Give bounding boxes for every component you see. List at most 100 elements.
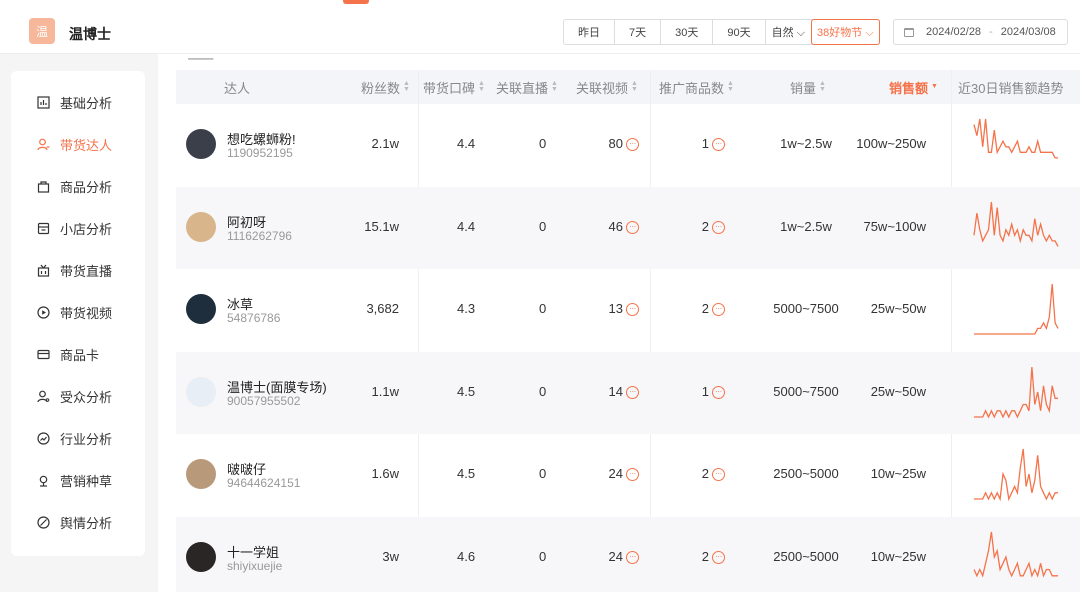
range-30d-button[interactable]: 30天 — [661, 20, 714, 44]
brand-logo: 温 — [29, 18, 55, 44]
sales-trend-sparkline[interactable] — [969, 114, 1059, 174]
more-icon[interactable]: ··· — [626, 138, 639, 152]
store-icon — [37, 222, 50, 235]
more-icon[interactable]: ··· — [626, 550, 639, 564]
video-count-cell: 24 ··· — [609, 466, 639, 482]
avatar[interactable] — [186, 459, 216, 489]
table-row[interactable]: 冰草 54876786 3,682 4.3 0 13 ··· 2 ··· 5000~7500 25w… — [176, 269, 1080, 351]
sort-icon: ▲ ▼ — [631, 80, 638, 93]
product-count-cell: 2 ··· — [702, 466, 725, 482]
more-icon[interactable]: ··· — [712, 385, 725, 399]
col-sales[interactable]: 销量 ▲ ▼ — [790, 70, 826, 104]
range-natural-dropdown[interactable]: 自然 ⌵ — [766, 20, 813, 44]
date-separator: - — [989, 26, 993, 38]
table-row[interactable]: 温博士(面膜专场) 90057955502 1.1w 4.5 0 14 ··· 1 ··· 500… — [176, 351, 1080, 434]
range-90d-button[interactable]: 90天 — [713, 20, 766, 44]
reputation-score: 4.6 — [457, 548, 476, 564]
sales-trend-sparkline[interactable] — [969, 279, 1059, 339]
table-header: 达人 粉丝数 ▲ ▼ 带货口碑 ▲ ▼ 关联直播 ▲ ▼ 关联视频 ▲ ▼ 推广商品数 ▲ ▼ 销量… — [176, 70, 1080, 104]
sidebar-item-marketing[interactable]: 营销种草 — [37, 469, 112, 491]
sidebar-item-industry[interactable]: 行业分析 — [37, 427, 112, 449]
sales-trend-sparkline[interactable] — [969, 197, 1059, 257]
talent-id: 1190952195 — [227, 146, 293, 160]
sidebar-item-talents[interactable]: 带货达人 — [37, 133, 112, 155]
product-count: 1 — [701, 383, 709, 399]
video-count: 80 — [608, 136, 623, 151]
product-count-cell: 1 ··· — [702, 384, 725, 399]
sidebar-item-label: 小店分析 — [60, 221, 113, 237]
more-icon[interactable]: ··· — [712, 138, 725, 152]
sidebar-item-public-opinion[interactable]: 舆情分析 — [37, 511, 112, 533]
sidebar-item-label: 舆情分析 — [60, 515, 113, 531]
col-trend: 近30日销售额趋势 — [958, 80, 1064, 96]
avatar[interactable] — [186, 376, 216, 407]
sparkline-path — [973, 531, 1058, 578]
sidebar-item-label: 营销种草 — [60, 473, 113, 489]
revenue-range: 10w~25w — [870, 548, 926, 564]
video-count: 13 — [608, 301, 623, 316]
more-icon[interactable]: ··· — [626, 220, 639, 234]
sort-icon: ▲ ▼ — [403, 80, 410, 93]
sales-trend-sparkline[interactable] — [969, 444, 1059, 504]
active-tab-indicator — [343, 0, 369, 4]
talent-table-panel: ▁▁▁ ▔▔▔▔▔▔▔▔▔▔▔ ▔ 达人 粉丝数 ▲ ▼ 带货口碑 ▲ ▼ 关联直播 ▲ ▼… — [158, 54, 1080, 592]
sidebar-item-product-analysis[interactable]: 商品分析 — [37, 175, 112, 197]
video-count-cell: 14 ··· — [609, 384, 639, 399]
col-products[interactable]: 推广商品数 ▲ ▼ — [659, 70, 734, 104]
more-icon[interactable]: ··· — [626, 468, 639, 482]
more-icon[interactable]: ··· — [626, 385, 639, 399]
sidebar-item-store-analysis[interactable]: 小店分析 — [37, 217, 112, 239]
fans-count: 1.6w — [371, 466, 399, 481]
avatar[interactable] — [186, 211, 216, 242]
avatar[interactable] — [186, 294, 216, 324]
live-icon — [37, 264, 50, 277]
table-row[interactable]: 啵啵仔 94644624151 1.6w 4.5 0 24 ··· 2 ··· 2500~5000… — [176, 434, 1080, 516]
more-icon[interactable]: ··· — [712, 468, 725, 482]
sidebar-item-product-card[interactable]: 商品卡 — [37, 343, 99, 365]
col-revenue[interactable]: 销售额 ▼ — [889, 70, 938, 104]
calendar-icon — [904, 27, 914, 37]
sort-icon: ▲ ▼ — [727, 80, 734, 93]
avatar[interactable] — [186, 541, 216, 572]
audience-icon — [37, 390, 50, 403]
talent-id: 54876786 — [227, 311, 281, 325]
sort-desc-icon: ▼ — [931, 83, 938, 90]
sidebar-item-video-commerce[interactable]: 带货视频 — [37, 301, 112, 323]
sidebar-item-live-commerce[interactable]: 带货直播 — [37, 259, 112, 281]
live-count: 0 — [539, 466, 547, 481]
col-video[interactable]: 关联视频 ▲ ▼ — [576, 70, 638, 104]
video-count: 46 — [608, 218, 623, 234]
reputation-score: 4.5 — [457, 383, 476, 399]
more-icon[interactable]: ··· — [712, 303, 725, 317]
sales-trend-sparkline[interactable] — [969, 362, 1059, 422]
more-icon[interactable]: ··· — [712, 220, 725, 234]
sales-range: 1w~2.5w — [780, 136, 832, 151]
more-icon[interactable]: ··· — [712, 550, 725, 564]
table-row[interactable]: 阿初呀 1116262796 15.1w 4.4 0 46 ··· 2 ··· 1w~2.5w 75… — [176, 186, 1080, 269]
sidebar-item-basic-analysis[interactable]: 基础分析 — [37, 91, 112, 113]
range-yesterday-button[interactable]: 昨日 — [564, 20, 615, 44]
col-reputation[interactable]: 带货口碑 ▲ ▼ — [423, 70, 485, 104]
sidebar-item-label: 带货达人 — [60, 137, 113, 153]
revenue-range: 25w~50w — [870, 383, 926, 399]
col-live[interactable]: 关联直播 ▲ ▼ — [496, 70, 558, 104]
range-7d-button[interactable]: 7天 — [615, 20, 662, 44]
video-count-cell: 46 ··· — [609, 219, 639, 234]
avatar[interactable] — [186, 129, 216, 159]
sidebar-item-label: 带货视频 — [60, 305, 113, 321]
table-row[interactable]: 想吃螺蛳粉! 1190952195 2.1w 4.4 0 80 ··· 1 ··· 1w~2.5w… — [176, 104, 1080, 186]
sales-trend-sparkline[interactable] — [969, 527, 1059, 587]
talent-id: 94644624151 — [227, 476, 301, 490]
col-fans[interactable]: 粉丝数 ▲ ▼ — [361, 70, 410, 104]
sprout-icon — [37, 474, 50, 487]
date-range-picker[interactable]: 2024/02/28 - 2024/03/08 — [893, 19, 1068, 45]
sidebar-item-label: 行业分析 — [60, 431, 113, 447]
range-festival-dropdown[interactable]: 38好物节 ⌵ — [811, 19, 880, 45]
more-icon[interactable]: ··· — [626, 303, 639, 317]
video-count-cell: 24 ··· — [609, 549, 639, 564]
trend-icon — [37, 431, 50, 445]
table-row[interactable]: 十一学姐 shiyixuejie 3w 4.6 0 24 ··· 2 ··· 2500~5000 1… — [176, 516, 1080, 592]
sidebar-item-audience[interactable]: 受众分析 — [37, 385, 112, 407]
product-count: 2 — [701, 218, 709, 234]
video-count-cell: 13 ··· — [608, 301, 639, 317]
